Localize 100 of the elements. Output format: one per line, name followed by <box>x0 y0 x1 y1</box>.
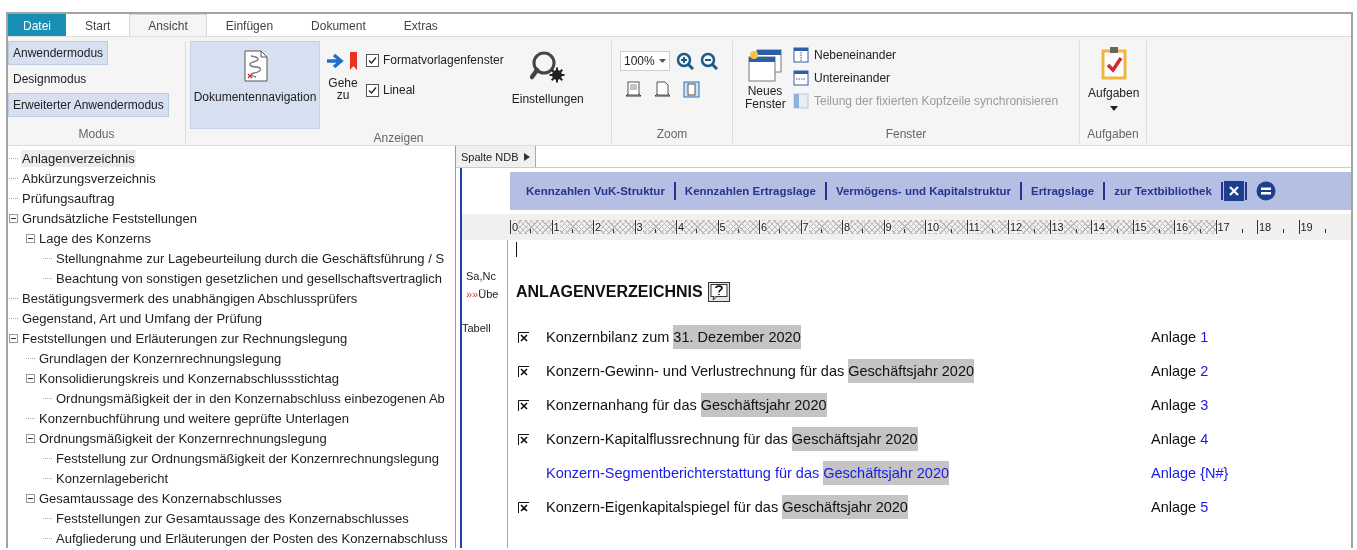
ruler-number: 16 <box>1175 221 1189 233</box>
nav-link[interactable]: Kennzahlen VuK-Struktur <box>526 185 665 197</box>
close-icon <box>1228 186 1239 196</box>
ruler-number: 11 <box>967 221 980 233</box>
zoom-value: 100% <box>624 54 655 68</box>
tree-item[interactable]: Konzernbuchführung und weitere geprüfte Unterlagen <box>38 409 351 427</box>
collapse-icon[interactable] <box>26 493 35 503</box>
appendix-reference: Anlage {N#} <box>1151 465 1229 481</box>
navigation-button[interactable]: Dokumentennavigation <box>190 41 320 129</box>
tree-item[interactable]: Feststellungen und Erläuterungen zur Rechnungslegung <box>21 329 349 347</box>
clipboard-check-icon <box>1100 46 1127 80</box>
tree-item[interactable]: Ordnungsmäßigkeit der in den Konzernabschluss einbezogenen Ab <box>55 389 446 407</box>
split-pane-icon <box>793 93 809 109</box>
ruler-number: 0 <box>511 221 519 233</box>
tree-item[interactable]: Bestätigungsvermerk des unabhängigen Abschlussprüfers <box>21 289 359 307</box>
ruler-number: 3 <box>635 221 643 233</box>
tree-item[interactable]: Feststellungen zur Gesamtaussage des Konzernabschlusses <box>55 509 410 527</box>
appendix-reference: Anlage 4 <box>1151 431 1209 447</box>
check-icon <box>368 55 377 65</box>
side-by-side-icon <box>793 47 809 63</box>
tasks-button[interactable]: Aufgaben <box>1084 41 1144 125</box>
checkbox-label: Lineal <box>383 83 416 97</box>
mode-button[interactable]: Erweiterter Anwendermodus <box>8 93 169 117</box>
collapse-icon[interactable] <box>9 333 18 343</box>
minus-circle-icon <box>1255 181 1276 201</box>
ruler-number: 6 <box>760 221 768 233</box>
column-button[interactable]: Spalte NDB <box>456 146 537 167</box>
tree-item[interactable]: Konsolidierungskreis und Konzernabschlussstichtag <box>38 369 340 387</box>
file-tab[interactable]: Datei <box>8 14 66 36</box>
ruler-number: 7 <box>801 221 809 233</box>
ruler-number: 2 <box>594 221 602 233</box>
document-map-icon <box>242 50 268 82</box>
nav-link[interactable]: Vermögens- und Kapitalstruktur <box>835 185 1011 197</box>
tree-item[interactable]: Beachtung von sonstigen gesetzlichen und gesellschaftsvertraglich <box>55 269 443 287</box>
tree-item[interactable]: Stellungnahme zur Lagebeurteilung durch die Geschäftsführung / S <box>55 249 446 267</box>
ruler-number: 12 <box>1009 221 1023 233</box>
group-label: Zoom <box>655 126 689 143</box>
margin-note: Übe <box>478 288 499 300</box>
ruler-number: 14 <box>1092 221 1106 233</box>
collapse-icon[interactable] <box>26 373 35 383</box>
window-option[interactable]: Untereinander <box>793 70 1059 86</box>
appendix-reference: Anlage 2 <box>1151 363 1209 379</box>
collapse-icon[interactable] <box>26 433 35 443</box>
ribbon-tab[interactable]: Start <box>66 14 130 36</box>
checkbox-label: Formatvorlagenfenster <box>383 53 504 67</box>
new-window-button[interactable]: Neues Fenster <box>741 41 789 125</box>
tree-item[interactable]: Ordnungsmäßigkeit der Konzernrechnungslegung <box>38 429 328 447</box>
group-label: Fenster <box>884 126 928 143</box>
ruler-number: 5 <box>718 221 726 233</box>
ruler-number: 9 <box>884 221 892 233</box>
group-label: Aufgaben <box>1086 126 1140 143</box>
tree-item[interactable]: Gesamtaussage des Konzernabschlusses <box>38 489 283 507</box>
collapse-icon[interactable] <box>26 233 35 243</box>
check-icon <box>368 85 377 95</box>
arrow-bookmark-icon <box>326 51 360 71</box>
window-option[interactable]: Nebeneinander <box>793 47 1059 63</box>
dropdown-caret-icon <box>1109 106 1118 111</box>
collapse-icon[interactable] <box>9 213 18 223</box>
group-label: Modus <box>77 126 116 143</box>
checkbox[interactable] <box>366 83 379 97</box>
page-fit-icon <box>654 81 671 98</box>
page-width-icon <box>625 81 642 98</box>
mode-button[interactable]: Anwendermodus <box>8 41 109 65</box>
ruler-number: 10 <box>926 221 940 233</box>
close-button[interactable] <box>1223 181 1244 201</box>
mode-button[interactable]: Designmodus <box>8 67 92 91</box>
ruler-number: 19 <box>1299 221 1313 233</box>
margin-note: Sa,Nc <box>466 270 496 282</box>
appendix-reference: Anlage 5 <box>1151 499 1209 515</box>
nav-link[interactable]: Ertragslage <box>1030 185 1095 197</box>
ribbon-tab[interactable]: Extras <box>384 14 457 36</box>
tree-item[interactable]: Aufgliederung und Erläuterungen der Posten des Konzernabschluss <box>55 529 449 547</box>
tree-item[interactable]: Grundsätzliche Feststellungen <box>21 209 198 227</box>
settings-button[interactable]: Einstellungen <box>507 41 588 111</box>
nav-link[interactable]: Kennzahlen Ertragslage <box>684 185 816 197</box>
nav-link[interactable]: zur Textbibliothek <box>1114 185 1212 197</box>
zoom-dropdown[interactable]: 100% <box>620 51 670 71</box>
marker-text: »» <box>466 288 479 300</box>
tree-item[interactable]: Konzernlagebericht <box>55 469 170 487</box>
caret-icon <box>658 58 666 64</box>
ribbon-tab[interactable]: Ansicht <box>129 14 207 36</box>
tree-item[interactable]: Grundlagen der Konzernrechnungslegung <box>38 349 283 367</box>
zoom-in-icon <box>675 52 694 70</box>
tree-item[interactable]: Gegenstand, Art und Umfang der Prüfung <box>21 309 263 327</box>
window-option: Teilung der fixierten Kopfzeile synchronisieren <box>793 93 1059 109</box>
margin-note: Tabell <box>462 322 491 334</box>
ribbon-tab[interactable]: Dokument <box>292 14 385 36</box>
ribbon-tab[interactable]: Einfügen <box>206 14 293 36</box>
appendix-reference: Anlage 1 <box>1151 329 1209 345</box>
zoom-out-icon <box>699 52 718 70</box>
ruler-number: 18 <box>1258 221 1272 233</box>
tree-item[interactable]: Feststellung zur Ordnungsmäßigkeit der Konzernrechnungslegung <box>55 449 440 467</box>
stacked-windows-icon <box>793 70 809 86</box>
tree-item[interactable]: Abkürzungsverzeichnis <box>21 169 157 187</box>
ruler-number: 13 <box>1050 221 1064 233</box>
tree-item[interactable]: Prüfungsauftrag <box>21 189 116 207</box>
tree-item[interactable]: Lage des Konzerns <box>38 229 153 247</box>
tree-item[interactable]: Anlagenverzeichnis <box>21 149 136 167</box>
goto-button[interactable]: Gehe zu <box>324 41 362 101</box>
checkbox[interactable] <box>366 53 379 67</box>
